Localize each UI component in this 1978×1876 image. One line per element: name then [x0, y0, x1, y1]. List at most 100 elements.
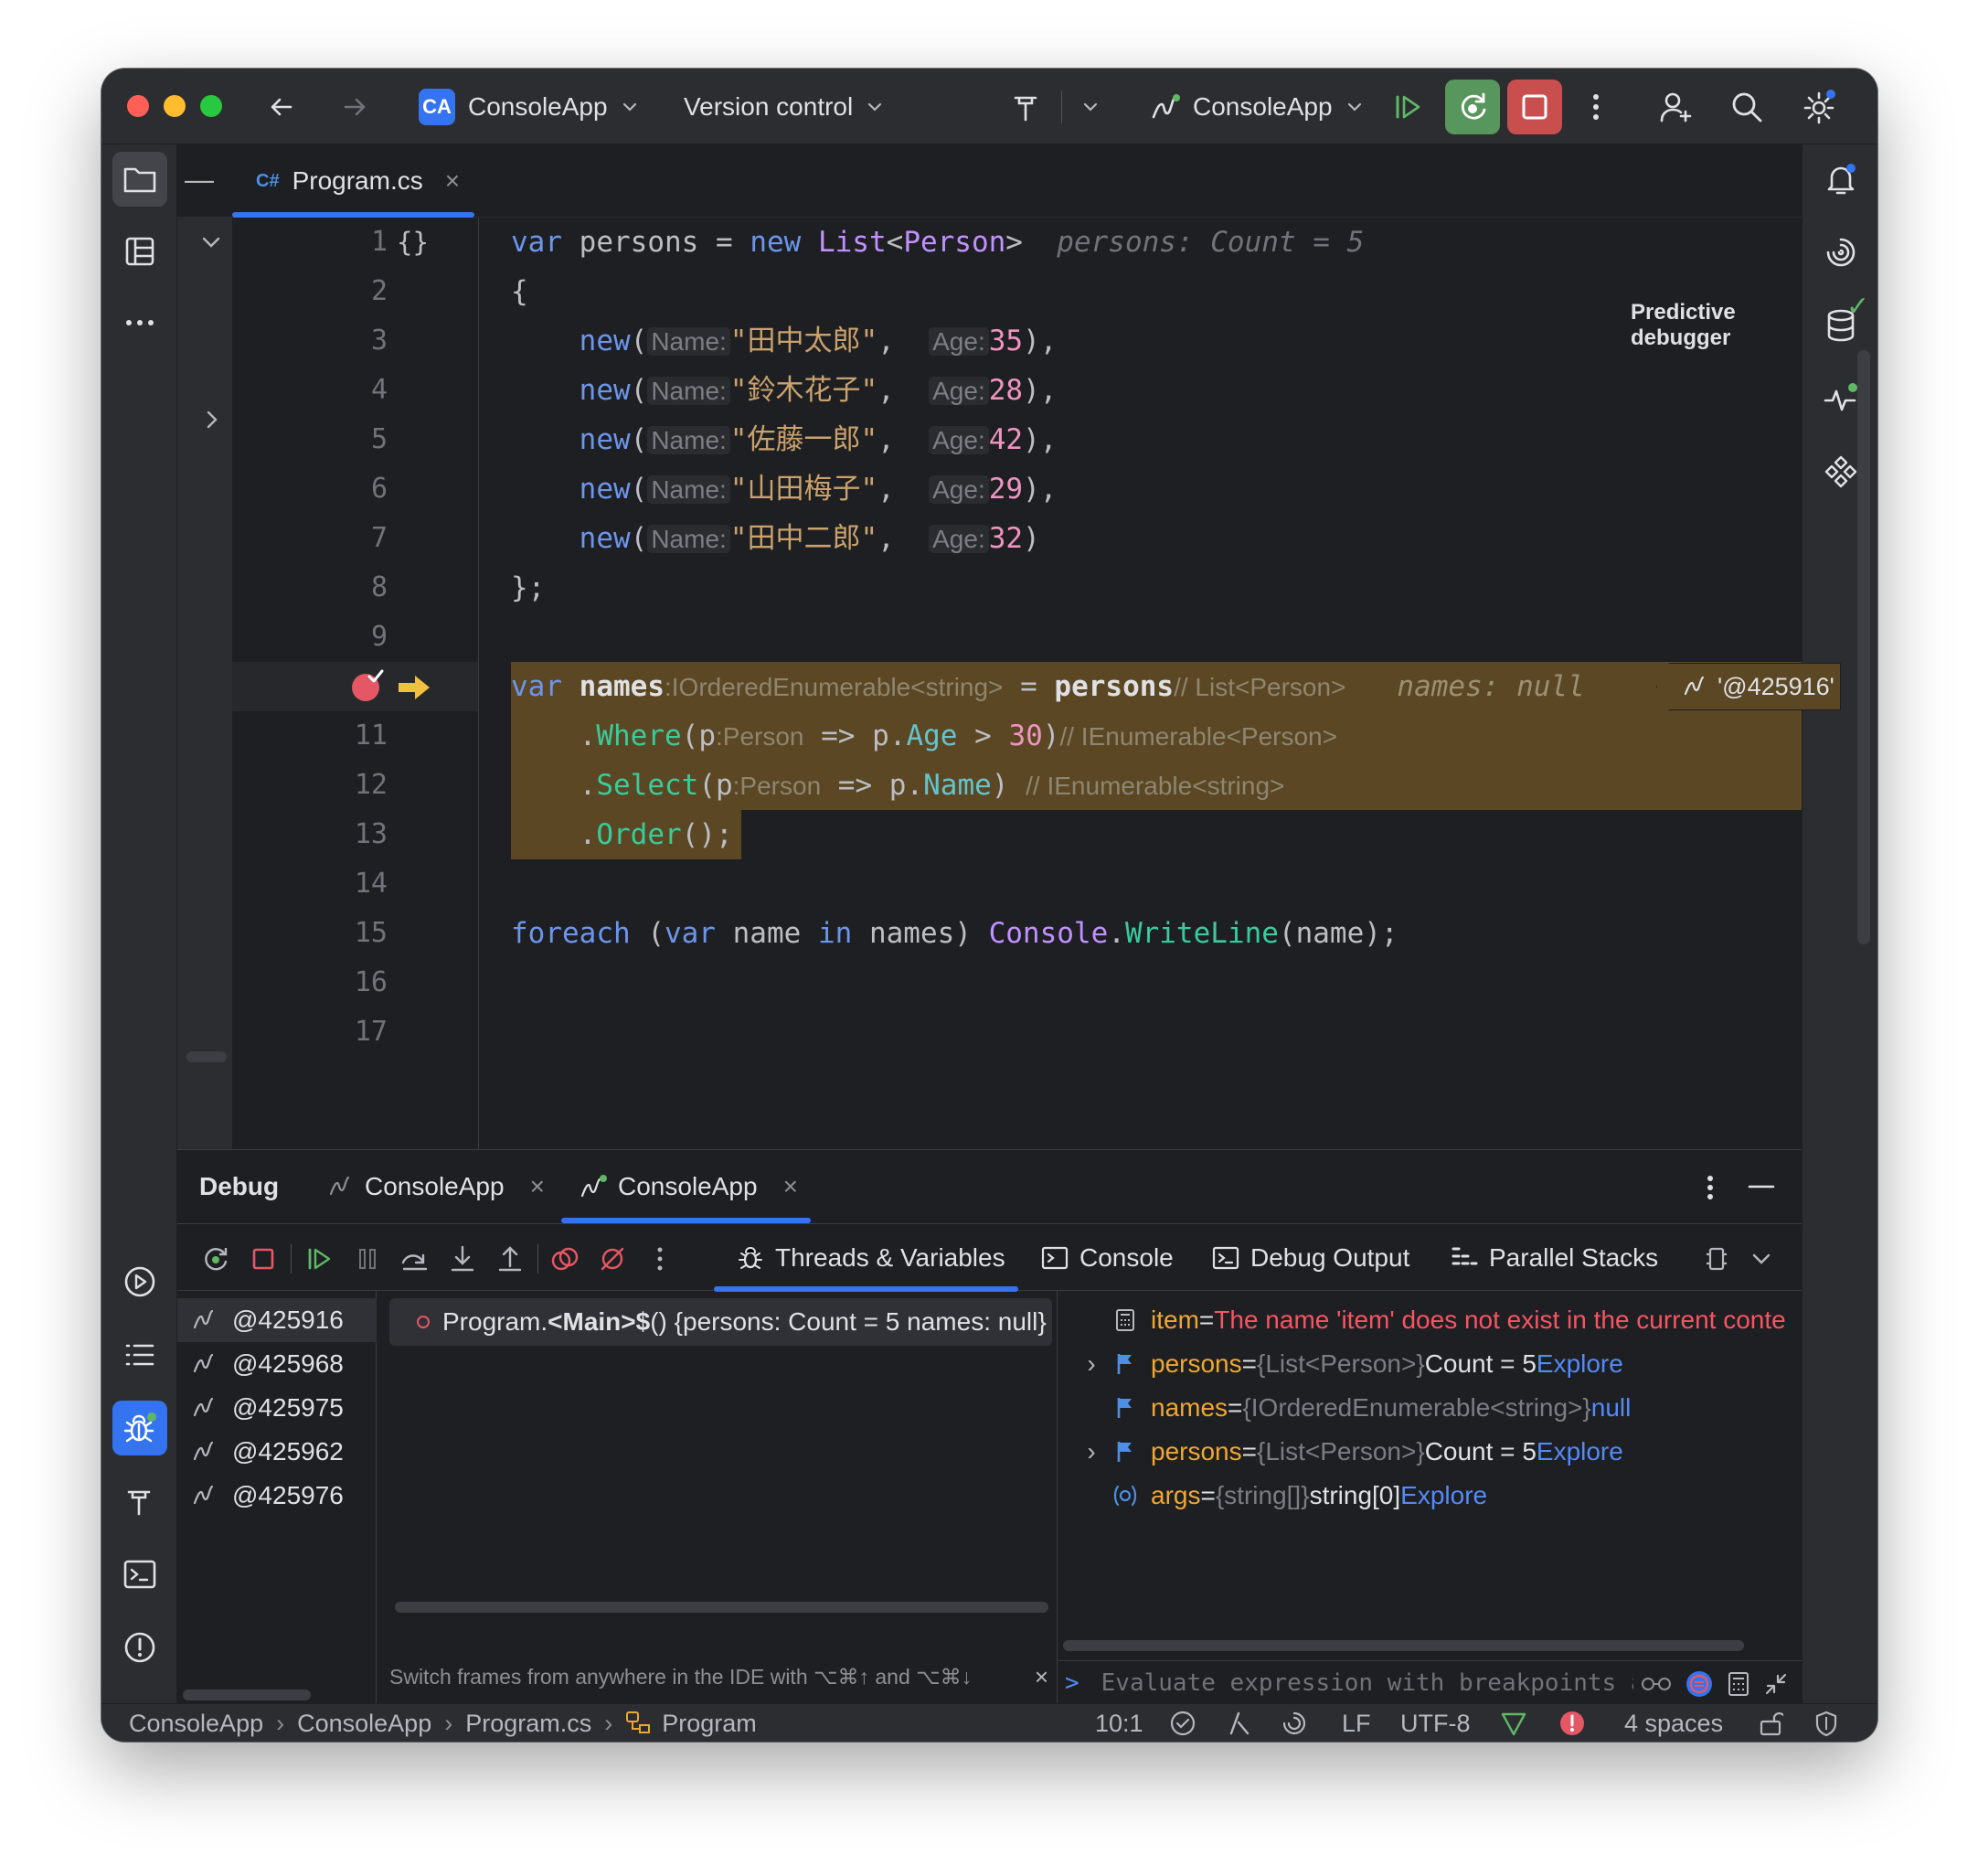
build-hammer-icon[interactable]	[112, 1474, 167, 1529]
debug-session-tab[interactable]: ConsoleApp ×	[328, 1150, 545, 1223]
notifications-bell-icon[interactable]	[1813, 152, 1868, 207]
thread-item[interactable]: @425916	[177, 1298, 377, 1342]
variable-row[interactable]: names = {IOrderedEnumerable<string>} nul…	[1058, 1386, 1802, 1430]
indent-setting[interactable]: 4 spaces	[1624, 1704, 1723, 1742]
close-tab-icon[interactable]: ×	[445, 166, 460, 196]
forward-arrow-icon[interactable]	[335, 87, 375, 127]
build-options-chevron-icon[interactable]	[1070, 87, 1111, 127]
thread-item[interactable]: @425976	[177, 1474, 377, 1518]
debug-session-tab-active[interactable]: ConsoleApp ×	[580, 1150, 798, 1223]
pause-icon[interactable]	[349, 1241, 386, 1277]
minimize-panel-icon[interactable]	[1748, 1185, 1775, 1188]
mute-breakpoints-icon[interactable]	[594, 1241, 631, 1277]
eval-prompt: >	[1065, 1668, 1079, 1697]
more-vertical-icon[interactable]	[1576, 87, 1616, 127]
settings-gear-icon[interactable]	[1799, 87, 1839, 127]
tab-debug-output[interactable]: Debug Output	[1212, 1224, 1409, 1292]
thread-chip[interactable]: '@425916'	[1656, 663, 1841, 710]
more-vertical-icon[interactable]	[1706, 1174, 1715, 1201]
more-tools-icon[interactable]	[112, 295, 167, 350]
variable-row[interactable]: item = The name 'item' does not exist in…	[1058, 1298, 1802, 1342]
explore-link[interactable]: Explore	[1537, 1437, 1623, 1466]
more-vertical-icon[interactable]	[642, 1241, 678, 1277]
version-control-menu[interactable]: Version control	[684, 69, 884, 144]
build-hammer-icon[interactable]	[1006, 87, 1047, 127]
minimize-panel-icon[interactable]: —	[181, 163, 218, 199]
step-out-icon[interactable]	[492, 1241, 528, 1277]
cursor-position[interactable]: 10:1	[1095, 1704, 1143, 1742]
project-folder-icon[interactable]	[112, 152, 167, 207]
structure-icon[interactable]	[112, 224, 167, 279]
explore-link[interactable]: Explore	[1537, 1349, 1623, 1379]
tab-threads-variables[interactable]: Threads & Variables	[737, 1224, 1005, 1292]
chevron-right-icon: ›	[444, 1709, 453, 1737]
resume-icon[interactable]	[1388, 87, 1429, 127]
thread-item[interactable]: @425962	[177, 1430, 377, 1474]
ai-assistant-icon[interactable]	[1813, 225, 1868, 280]
step-over-icon[interactable]	[397, 1241, 433, 1277]
stop-button[interactable]	[1507, 80, 1562, 134]
error-indicator-icon[interactable]	[1558, 1704, 1586, 1742]
close-hint-icon[interactable]: ×	[1035, 1663, 1048, 1691]
todo-list-icon[interactable]	[112, 1327, 167, 1382]
frames-scrollbar[interactable]	[395, 1602, 1048, 1613]
variable-row[interactable]: › persons = {List<Person>} Count = 5 Exp…	[1058, 1430, 1802, 1474]
back-arrow-icon[interactable]	[261, 87, 302, 127]
tab-console[interactable]: Console	[1041, 1224, 1174, 1292]
ai-assistant-icon[interactable]	[1281, 1704, 1308, 1742]
zoom-window-button[interactable]	[200, 95, 222, 117]
thread-item[interactable]: @425968	[177, 1342, 377, 1386]
tab-program-cs[interactable]: C# Program.cs ×	[232, 144, 474, 218]
breadcrumb-item[interactable]: ConsoleApp	[297, 1710, 431, 1738]
services-icon[interactable]	[112, 1254, 167, 1309]
thread-item[interactable]: @425975	[177, 1386, 377, 1430]
ide-window: CA ConsoleApp Version control ConsoleApp	[101, 69, 1877, 1742]
close-window-button[interactable]	[127, 95, 149, 117]
chevron-down-icon[interactable]	[1743, 1241, 1780, 1277]
view-breakpoints-icon[interactable]	[547, 1241, 583, 1277]
variables-scrollbar[interactable]	[1063, 1640, 1744, 1651]
threads-scrollbar[interactable]	[183, 1689, 311, 1700]
step-into-icon[interactable]	[444, 1241, 481, 1277]
breadcrumb-item[interactable]: ConsoleApp	[129, 1710, 263, 1738]
restore-layout-icon[interactable]	[1698, 1241, 1735, 1277]
variable-row[interactable]: › persons = {List<Person>} Count = 5 Exp…	[1058, 1342, 1802, 1386]
vcs-status-icon[interactable]	[1500, 1704, 1527, 1742]
csharp-file-icon: C#	[256, 170, 280, 191]
lock-icon[interactable]	[1758, 1704, 1783, 1742]
code-line-2: {	[511, 275, 528, 308]
breadcrumb-item[interactable]: Program.cs	[465, 1710, 591, 1738]
debug-bug-icon[interactable]	[112, 1401, 167, 1455]
glasses-icon[interactable]	[1641, 1675, 1672, 1693]
calculator-icon[interactable]	[1727, 1671, 1750, 1697]
threads-list: @425916 @425968 @425975 @425962 @425976	[177, 1291, 377, 1704]
project-selector[interactable]: CA ConsoleApp	[419, 69, 639, 144]
tab-parallel-stacks[interactable]: Parallel Stacks	[1451, 1224, 1658, 1292]
breadcrumb-item[interactable]: Program	[662, 1710, 757, 1738]
code-vision-icon[interactable]	[1228, 1704, 1251, 1742]
close-tab-icon[interactable]: ×	[530, 1172, 545, 1201]
minimize-window-button[interactable]	[164, 95, 186, 117]
inspection-check-icon[interactable]	[1169, 1704, 1196, 1742]
stack-frame[interactable]: Program. <Main>$() {persons: Count = 5 na…	[389, 1298, 1052, 1346]
code-line-1: var persons = new List<Person> persons: …	[511, 226, 1365, 259]
add-user-icon[interactable]	[1655, 87, 1696, 127]
search-icon[interactable]	[1727, 87, 1767, 127]
editor-scrollbar[interactable]	[1857, 350, 1870, 944]
restart-debug-button[interactable]	[1445, 80, 1500, 134]
shield-icon[interactable]	[1814, 1704, 1838, 1742]
resume-icon[interactable]	[302, 1241, 338, 1277]
stop-icon[interactable]	[245, 1241, 282, 1277]
run-config-selector[interactable]: ConsoleApp	[1151, 69, 1364, 144]
problems-icon[interactable]	[112, 1620, 167, 1675]
code-area[interactable]: var persons = new List<Person> persons: …	[177, 218, 1841, 1149]
evaluate-mode-icon[interactable]	[1685, 1669, 1714, 1699]
terminal-icon[interactable]	[112, 1547, 167, 1602]
rerun-icon[interactable]	[197, 1241, 234, 1277]
collapse-arrows-icon[interactable]	[1763, 1671, 1789, 1697]
file-encoding[interactable]: UTF-8	[1400, 1704, 1471, 1742]
variable-row[interactable]: args = {string[]} string[0] Explore	[1058, 1474, 1802, 1518]
line-separator[interactable]: LF	[1342, 1704, 1371, 1742]
close-tab-icon[interactable]: ×	[783, 1172, 798, 1201]
explore-link[interactable]: Explore	[1400, 1481, 1487, 1510]
